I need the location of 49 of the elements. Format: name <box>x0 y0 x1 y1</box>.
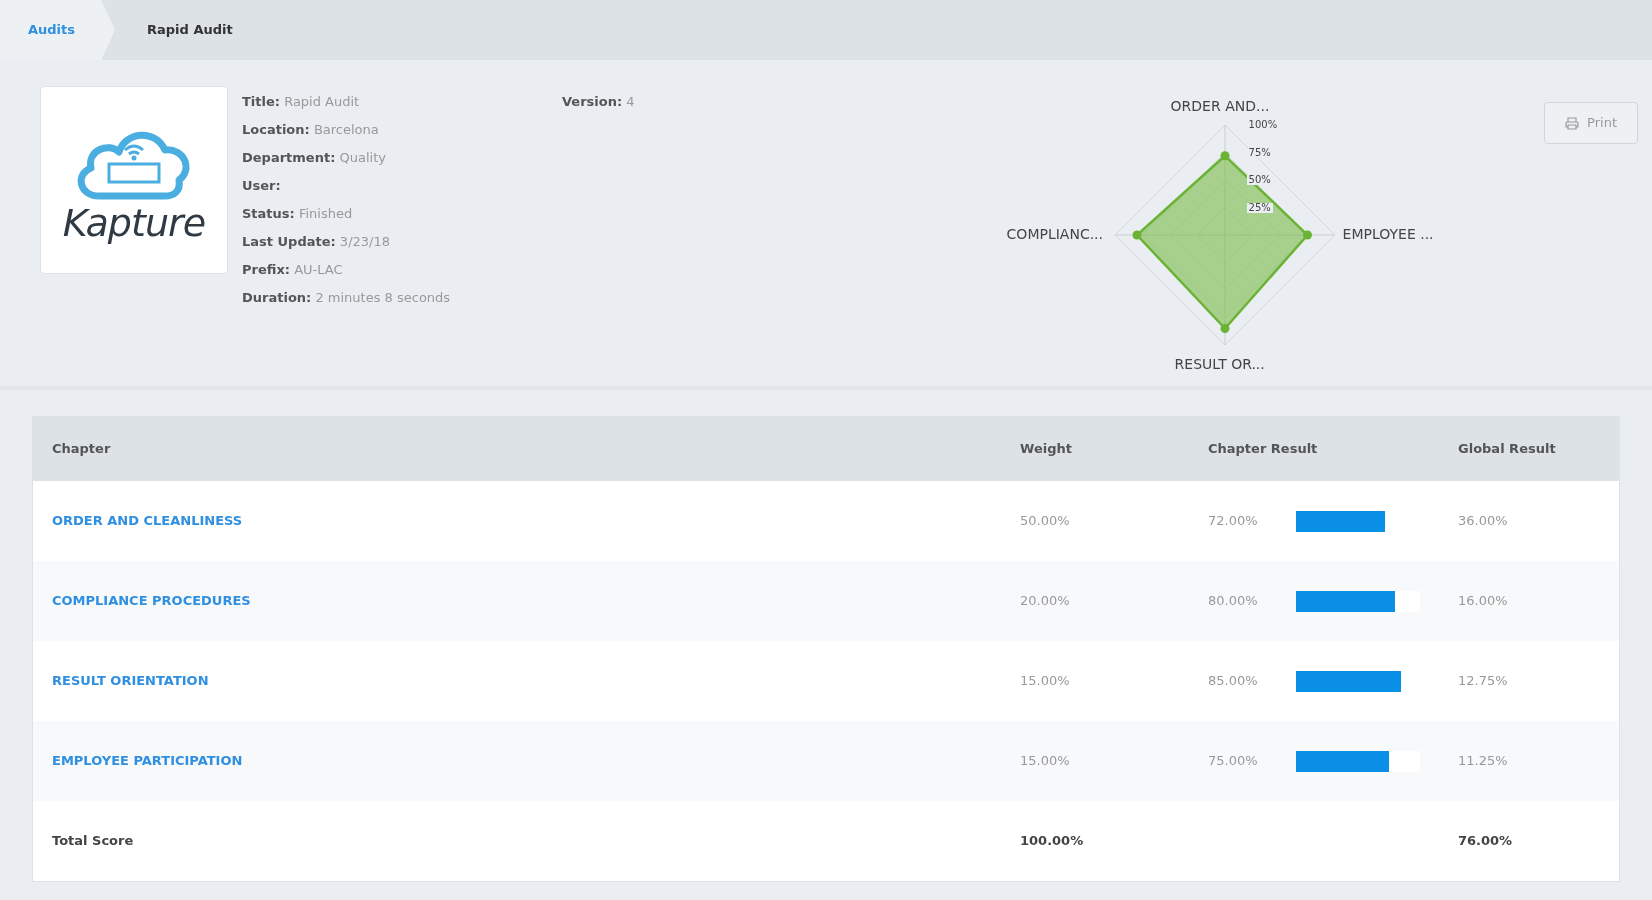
table-cell-text: 12.75% <box>1458 672 1509 691</box>
chapter-link[interactable]: RESULT ORIENTATION <box>33 671 209 691</box>
table-cell-text: 16.00% <box>1458 592 1509 611</box>
printer-icon <box>1565 116 1580 130</box>
table-cell-text: 50.00% <box>1020 512 1071 531</box>
radar-axis-label: ORDER AND... <box>1170 97 1270 116</box>
detail-text: User: <box>242 177 282 195</box>
detail-text: Last Update: 3/23/18 <box>242 233 391 251</box>
table-cell-text: 36.00% <box>1458 512 1509 531</box>
radar-tick-label: 50% <box>1246 175 1273 185</box>
detail-text: Prefix: AU-LAC <box>242 261 344 279</box>
detail-text: Department: Quality <box>242 149 387 167</box>
column-header: Chapter <box>51 440 112 459</box>
table-cell-text: 80.00% <box>1208 592 1259 611</box>
breadcrumb-current: Rapid Audit <box>146 21 233 40</box>
column-header: Weight <box>1020 440 1073 459</box>
version-text: Version: 4 <box>562 93 635 111</box>
detail-text: Status: Finished <box>242 205 354 223</box>
table-cell-text: 76.00% <box>1458 832 1514 851</box>
table-cell-text: 15.00% <box>1020 752 1071 771</box>
radar-point <box>1302 230 1312 240</box>
chapter-link[interactable]: COMPLIANCE PROCEDURES <box>33 591 251 611</box>
radar-axis-label: COMPLIANC... <box>1006 225 1103 244</box>
breadcrumb-link[interactable]: Audits <box>0 0 116 60</box>
radar-axis-label: RESULT OR... <box>1174 355 1265 374</box>
radar-tick-label: 25% <box>1246 202 1273 213</box>
chapter-link[interactable]: ORDER AND CLEANLINESS <box>33 511 243 531</box>
detail-text: Duration: 2 minutes 8 seconds <box>242 289 452 307</box>
total-label: Total Score <box>51 832 135 851</box>
table-cell-text: 75.00% <box>1208 752 1259 771</box>
radar-point <box>1132 230 1142 240</box>
radar-point <box>1220 151 1230 161</box>
radar-tick-label: 75% <box>1246 147 1273 158</box>
table-cell-text: 15.00% <box>1020 672 1071 691</box>
table-cell-text: 100.00% <box>1020 832 1085 851</box>
print-button[interactable]: Print <box>1544 102 1638 144</box>
detail-text: Location: Barcelona <box>242 121 380 139</box>
column-header: Chapter Result <box>1208 440 1319 459</box>
detail-text: Title: Rapid Audit <box>242 93 361 111</box>
radar-point <box>1220 324 1230 333</box>
logo-wordmark: Kapture <box>62 204 206 242</box>
column-header: Global Result <box>1458 440 1557 459</box>
table-cell-text: 20.00% <box>1020 592 1071 611</box>
table-cell-text: 11.25% <box>1458 752 1509 771</box>
radar-axis-label: EMPLOYEE ... <box>1342 225 1434 244</box>
chapter-link[interactable]: EMPLOYEE PARTICIPATION <box>33 751 243 771</box>
radar-tick-label: 100% <box>1246 120 1280 130</box>
table-cell-text: 72.00% <box>1208 512 1259 531</box>
table-cell-text: 85.00% <box>1208 672 1259 691</box>
